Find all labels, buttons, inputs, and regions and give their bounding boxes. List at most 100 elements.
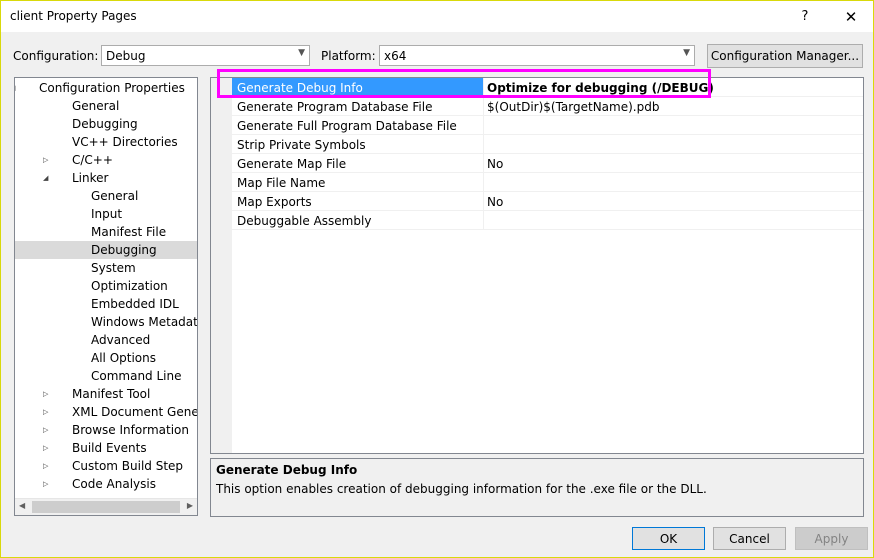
scroll-right-icon[interactable]: ▶ xyxy=(187,501,193,510)
column-separator xyxy=(483,154,484,173)
tree-item-label: Manifest Tool xyxy=(72,387,151,401)
property-grid: Generate Debug Info Optimize for debuggin… xyxy=(210,77,864,454)
tree-item[interactable]: General xyxy=(15,187,197,205)
property-value: $(OutDir)$(TargetName).pdb xyxy=(487,100,660,114)
help-button[interactable]: ? xyxy=(783,1,827,32)
ok-button[interactable]: OK xyxy=(632,527,705,550)
tree-item-label: Input xyxy=(91,207,123,221)
property-row[interactable]: Map File Name xyxy=(232,173,863,192)
cancel-button[interactable]: Cancel xyxy=(713,527,786,550)
property-row[interactable]: Debuggable Assembly xyxy=(232,211,863,230)
tree-item-label: Browse Information xyxy=(72,423,189,437)
tree-item-label: Debugging xyxy=(72,117,138,131)
tree-item-label: System xyxy=(91,261,136,275)
tree-item[interactable]: ▷ Manifest Tool xyxy=(15,385,197,403)
expand-arrow-icon[interactable]: ▷ xyxy=(43,385,53,403)
tree-item-label: Custom Build Step xyxy=(72,459,184,473)
tree-item-label: Code Analysis xyxy=(72,477,156,491)
collapse-arrow-icon[interactable]: ◢ xyxy=(15,79,20,97)
tree-item-label: Advanced xyxy=(91,333,151,347)
tree-item[interactable]: ◢ Configuration Properties xyxy=(15,79,197,97)
configuration-manager-button[interactable]: Configuration Manager... xyxy=(707,44,863,68)
property-name: Debuggable Assembly xyxy=(237,214,372,228)
tree-item[interactable]: ▷ C/C++ xyxy=(15,151,197,169)
title-bar: client Property Pages ? ✕ xyxy=(1,1,873,32)
expand-arrow-icon[interactable]: ▷ xyxy=(43,457,53,475)
tree-item-label: General xyxy=(91,189,139,203)
tree-item-label: All Options xyxy=(91,351,156,365)
description-title: Generate Debug Info xyxy=(216,463,358,477)
property-value: No xyxy=(487,195,504,209)
description-text: This option enables creation of debuggin… xyxy=(216,482,707,496)
platform-label: Platform: xyxy=(321,49,376,63)
tree-item[interactable]: System xyxy=(15,259,197,277)
property-row[interactable]: Generate Full Program Database File xyxy=(232,116,863,135)
column-separator xyxy=(483,135,484,154)
column-separator xyxy=(483,211,484,230)
description-panel: Generate Debug Info This option enables … xyxy=(210,458,864,517)
property-tree[interactable]: ◢ Configuration Properties General Debuggin… xyxy=(14,77,198,516)
tree-item[interactable]: ◢ Linker xyxy=(15,169,197,187)
horizontal-scrollbar[interactable]: ◀ ▶ xyxy=(15,498,197,515)
tree-item[interactable]: ▷ Code Analysis xyxy=(15,475,197,493)
tree-item-label: Embedded IDL xyxy=(91,297,179,311)
platform-value: x64 xyxy=(384,49,407,63)
tree-item[interactable]: Input xyxy=(15,205,197,223)
column-separator xyxy=(483,97,484,116)
tree-item[interactable]: General xyxy=(15,97,197,115)
configuration-select[interactable]: Debug ▼ xyxy=(101,45,310,66)
tree-item-label: VC++ Directories xyxy=(72,135,178,149)
chevron-down-icon: ▼ xyxy=(298,48,305,58)
scroll-left-icon[interactable]: ◀ xyxy=(19,501,25,510)
tree-item[interactable]: Debugging xyxy=(15,241,197,259)
tree-item-label: C/C++ xyxy=(72,153,113,167)
tree-item[interactable]: Embedded IDL xyxy=(15,295,197,313)
property-row[interactable]: Generate Map File No xyxy=(232,154,863,173)
tree-item[interactable]: Command Line xyxy=(15,367,197,385)
tree-item-label: Command Line xyxy=(91,369,182,383)
property-row[interactable]: Map Exports No xyxy=(232,192,863,211)
column-separator xyxy=(483,116,484,135)
collapse-arrow-icon[interactable]: ◢ xyxy=(43,169,53,187)
tree-item[interactable]: VC++ Directories xyxy=(15,133,197,151)
tree-item[interactable]: Windows Metadata xyxy=(15,313,197,331)
scrollbar-thumb[interactable] xyxy=(32,501,180,513)
property-pages-dialog: client Property Pages ? ✕ Configuration:… xyxy=(0,0,874,558)
expand-arrow-icon[interactable]: ▷ xyxy=(43,439,53,457)
expand-arrow-icon[interactable]: ▷ xyxy=(43,151,53,169)
column-separator xyxy=(483,192,484,211)
tree-item-label: XML Document Generator xyxy=(72,405,198,419)
property-row[interactable]: Strip Private Symbols xyxy=(232,135,863,154)
property-name: Strip Private Symbols xyxy=(237,138,366,152)
configuration-value: Debug xyxy=(106,49,146,63)
property-name: Map File Name xyxy=(237,176,326,190)
platform-select[interactable]: x64 ▼ xyxy=(379,45,695,66)
close-button[interactable]: ✕ xyxy=(829,1,873,32)
apply-button[interactable]: Apply xyxy=(795,527,868,550)
tree-item[interactable]: ▷ Build Events xyxy=(15,439,197,457)
tree-item-label: Build Events xyxy=(72,441,147,455)
column-separator xyxy=(483,173,484,192)
window-title: client Property Pages xyxy=(10,9,137,23)
property-name: Generate Full Program Database File xyxy=(237,119,457,133)
tree-item[interactable]: Manifest File xyxy=(15,223,197,241)
tree-item[interactable]: Optimization xyxy=(15,277,197,295)
expand-arrow-icon[interactable]: ▷ xyxy=(43,475,53,493)
tree-item[interactable]: ▷ Browse Information xyxy=(15,421,197,439)
configuration-label: Configuration: xyxy=(13,49,99,63)
tree-item-label: Manifest File xyxy=(91,225,167,239)
tree-item-label: Linker xyxy=(72,171,109,185)
tree-item[interactable]: Debugging xyxy=(15,115,197,133)
highlight-box xyxy=(217,69,711,98)
tree-item-label: Debugging xyxy=(91,243,157,257)
expand-arrow-icon[interactable]: ▷ xyxy=(43,403,53,421)
expand-arrow-icon[interactable]: ▷ xyxy=(43,421,53,439)
tree-item-label: Optimization xyxy=(91,279,168,293)
property-name: Generate Program Database File xyxy=(237,100,433,114)
property-value: No xyxy=(487,157,504,171)
property-row[interactable]: Generate Program Database File $(OutDir)$… xyxy=(232,97,863,116)
tree-item[interactable]: ▷ Custom Build Step xyxy=(15,457,197,475)
tree-item[interactable]: ▷ XML Document Generator xyxy=(15,403,197,421)
tree-item[interactable]: Advanced xyxy=(15,331,197,349)
tree-item[interactable]: All Options xyxy=(15,349,197,367)
